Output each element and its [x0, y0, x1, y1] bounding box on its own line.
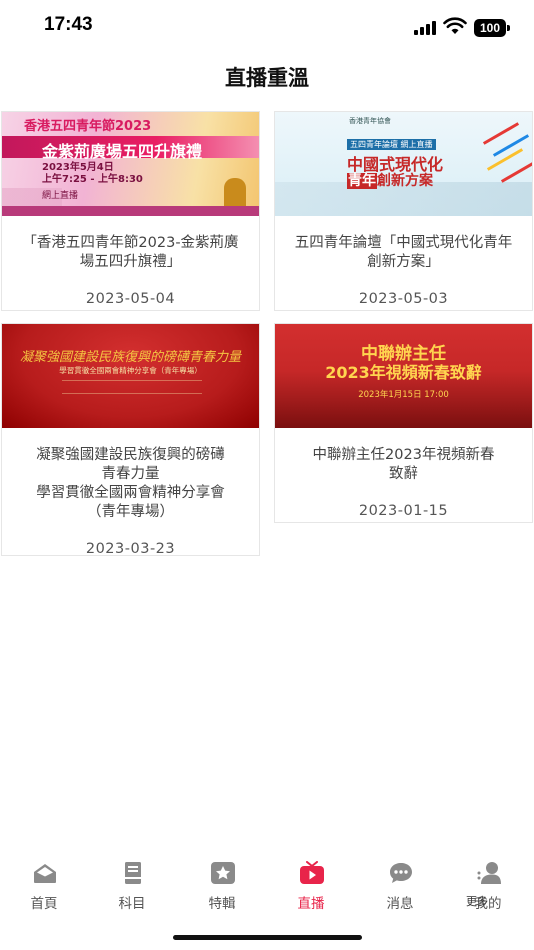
thumb-text: 網上直播 — [42, 191, 79, 201]
thumb-text: 五四青年論壇 網上直播 — [347, 139, 436, 150]
bottom-tab-bar: 首頁 科目 特輯 直播 消息 我的 — [0, 855, 534, 915]
thumb-text: 香港五四青年節2023 — [24, 119, 152, 134]
thumb-text: 凝聚強國建設民族復興的磅礡青春力量 — [19, 350, 241, 365]
chat-bubble-icon — [388, 861, 414, 885]
more-label[interactable]: 更多 — [466, 893, 488, 909]
card-date: 2023-05-04 — [85, 291, 176, 307]
video-card[interactable]: 香港青年協會 五四青年論壇 網上直播 中國式現代化 青年創新方案 五四青年論壇「… — [274, 111, 533, 311]
home-icon — [32, 861, 58, 885]
tab-label: 首頁 — [30, 896, 58, 912]
thumb-text: 2023年1月15日 17:00 — [358, 390, 449, 400]
video-card[interactable]: 中聯辦主任 2023年視頻新春致辭 2023年1月15日 17:00 中聯辦主任… — [274, 323, 533, 523]
thumb-text: 2023年視頻新春致辭 — [325, 363, 482, 382]
cellular-signal-icon — [414, 21, 438, 35]
wifi-icon — [443, 17, 467, 35]
thumb-text: 金紫荊廣場五四升旗禮 — [42, 142, 203, 161]
tab-messages[interactable]: 消息 — [370, 855, 430, 915]
card-date: 2023-01-15 — [358, 503, 449, 519]
video-thumbnail[interactable]: 香港五四青年節2023 金紫荊廣場五四升旗禮 2023年5月4日 上午7:25 … — [2, 112, 259, 216]
card-title: 中聯辦主任2023年視頻新春 致辭 — [312, 447, 495, 482]
video-thumbnail[interactable]: 中聯辦主任 2023年視頻新春致辭 2023年1月15日 17:00 — [275, 324, 532, 428]
card-date: 2023-05-03 — [358, 291, 449, 307]
user-icon — [476, 861, 502, 885]
status-time: 17:43 — [44, 14, 93, 35]
page-title: 直播重溫 — [225, 66, 309, 90]
tab-subjects[interactable]: 科目 — [102, 855, 162, 915]
video-thumbnail[interactable]: 香港青年協會 五四青年論壇 網上直播 中國式現代化 青年創新方案 — [275, 112, 532, 216]
status-bar: 17:43 100 — [0, 0, 534, 52]
card-title: 凝聚強國建設民族復興的磅礡 青春力量 學習貫徹全國兩會精神分享會 （青年專場） — [36, 447, 225, 520]
video-card[interactable]: 凝聚強國建設民族復興的磅礡青春力量 學習貫徹全國兩會精神分享會（青年專場） 凝聚… — [1, 323, 260, 557]
thumb-text: 香港青年協會 — [349, 117, 391, 125]
thumb-text: 學習貫徹全國兩會精神分享會（青年專場） — [59, 366, 202, 375]
card-title: 五四青年論壇「中國式現代化青年創新方案」 — [294, 235, 513, 270]
tab-label: 消息 — [386, 896, 414, 912]
card-title: 「香港五四青年節2023-金紫荊廣場五四升旗禮」 — [22, 235, 239, 270]
tab-featured[interactable]: 特輯 — [192, 855, 252, 915]
card-date: 2023-03-23 — [85, 541, 176, 557]
tv-play-icon — [299, 861, 325, 885]
star-icon — [210, 861, 236, 885]
book-icon — [120, 861, 146, 885]
thumb-text: 2023年5月4日 上午7:25 - 上午8:30 — [42, 162, 143, 185]
tab-home[interactable]: 首頁 — [14, 855, 74, 915]
video-card[interactable]: 香港五四青年節2023 金紫荊廣場五四升旗禮 2023年5月4日 上午7:25 … — [1, 111, 260, 311]
tab-live[interactable]: 直播 — [281, 855, 341, 915]
tab-label: 特輯 — [208, 896, 236, 912]
video-thumbnail[interactable]: 凝聚強國建設民族復興的磅礡青春力量 學習貫徹全國兩會精神分享會（青年專場） — [2, 324, 259, 428]
thumb-text: 青年創新方案 — [347, 173, 433, 189]
tab-label: 直播 — [297, 896, 325, 912]
tab-label: 科目 — [118, 896, 146, 912]
home-indicator — [173, 935, 362, 940]
battery-icon: 100 — [474, 19, 510, 37]
battery-level: 100 — [474, 19, 506, 37]
